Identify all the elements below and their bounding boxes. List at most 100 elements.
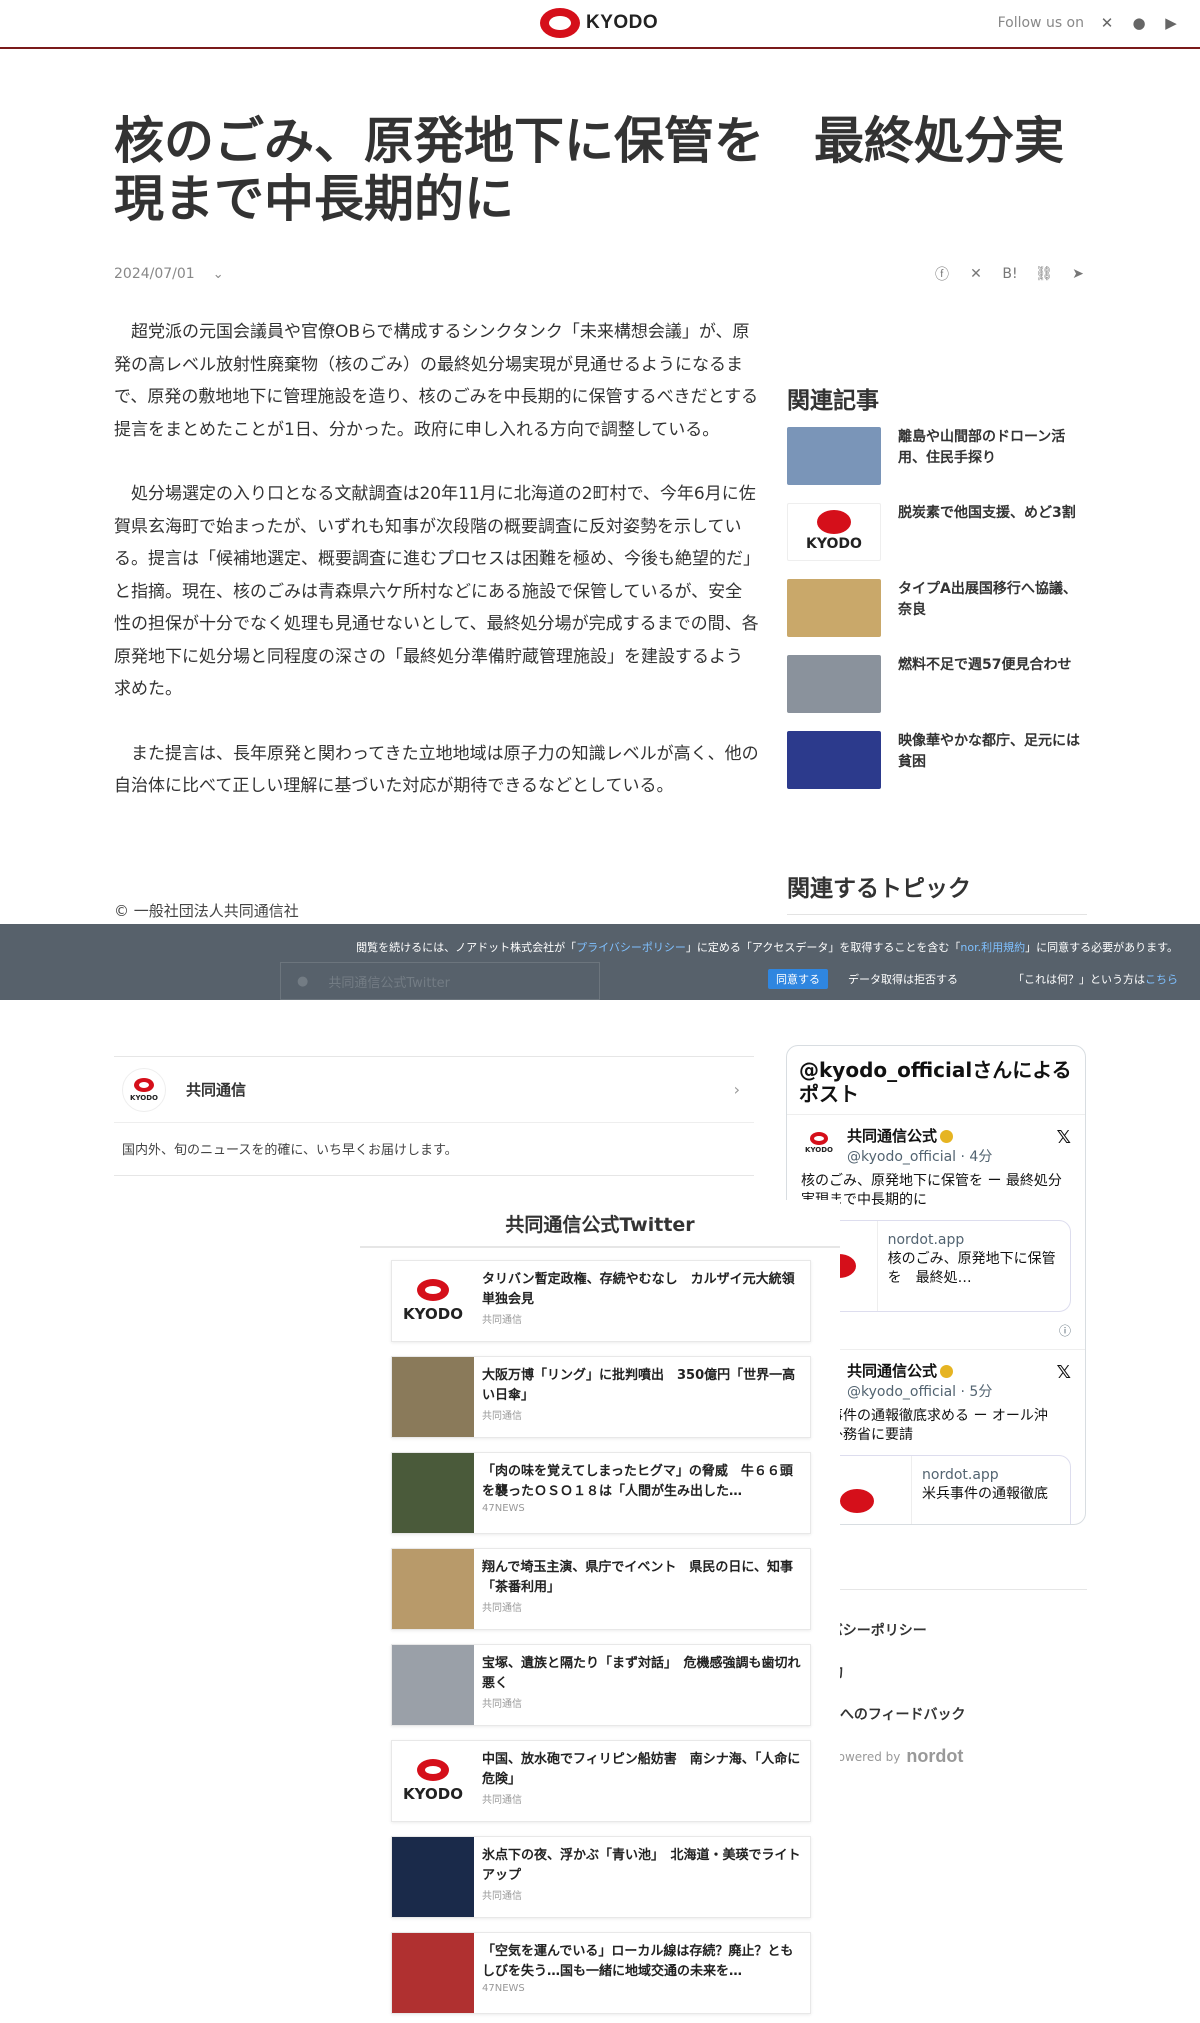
hatena-icon[interactable]: B! (1001, 265, 1019, 283)
link-card[interactable]: nordot.app 米兵事件の通報徹底 (801, 1455, 1071, 1524)
popup-item[interactable]: KYODO 中国、放水砲でフィリピン船妨害 南シナ海、「人命に危険」 共同通信 (391, 1740, 811, 1822)
article-date: 2024/07/01 (114, 266, 195, 282)
tweet-text: 米兵事件の通報徹底求める ー オール沖縄、外務省に要請 (801, 1408, 1048, 1443)
whatis-text: 「これは何？」という方は (1013, 973, 1145, 986)
publisher-description: 国内外、旬のニュースを的確に、いち早くお届けします。 (122, 1143, 458, 1158)
faint-twitter-tab: ● 共同通信公式Twitter (280, 962, 600, 1000)
related-thumbnail: KYODO (787, 503, 881, 561)
popup-thumbnail (392, 1453, 474, 1533)
tweet-author: 共同通信公式 (847, 1127, 938, 1145)
publisher-link[interactable]: KYODO 共同通信 › (114, 1057, 754, 1123)
what-is-this: 「これは何？」という方はこちら (1013, 971, 1178, 987)
facebook-icon[interactable]: ⓕ (933, 265, 951, 283)
popup-item-source: 共同通信 (482, 1795, 522, 1806)
related-item[interactable]: 離島や山間部のドローン活用、住民手探り (787, 427, 1087, 503)
popup-item[interactable]: 宝塚、遺族と隔たり「まず対話」 危機感強調も歯切れ悪く 共同通信 (391, 1644, 811, 1726)
here-link[interactable]: こちら (1145, 973, 1178, 986)
x-logo-icon: 𝕏 (1056, 1362, 1071, 1383)
popup-thumbnail: KYODO (392, 1261, 474, 1341)
popup-item-title: 翔んで埼玉主演、県庁でイベント 県民の日に、知事「茶番利用」 (482, 1560, 793, 1595)
article-meta: 2024/07/01 ⌄ ⓕ ✕ B! ⛓ ➤ (114, 264, 1087, 284)
youtube-icon[interactable]: ▶ (1162, 14, 1180, 32)
link-card[interactable]: nordot.app 核のごみ、原発地下に保管を 最終処… (801, 1220, 1071, 1312)
follow-label: Follow us on (997, 15, 1084, 31)
related-thumbnail (787, 427, 881, 485)
popup-item[interactable]: 「空気を運んでいる」ローカル線は存続？廃止？ともしびを失う…国も一緒に地域交通の… (391, 1932, 811, 2014)
popup-thumbnail (392, 1933, 474, 2013)
publisher-card: KYODO 共同通信 › 国内外、旬のニュースを的確に、いち早くお届けします。 (114, 1056, 754, 1176)
tweet-handle: @kyodo_official · 5分 (847, 1384, 993, 1400)
popup-item-title: 大阪万博「リング」に批判噴出 350億円「世界一高い日傘」 (482, 1368, 796, 1403)
share-bar: ⓕ ✕ B! ⛓ ➤ (933, 265, 1087, 283)
consent-text-a: 閲覧を続けるには、ノアドット株式会社が「 (356, 941, 577, 954)
x-share-icon[interactable]: ✕ (967, 265, 985, 283)
avatar: KYODO (801, 1125, 837, 1161)
verified-icon (940, 1130, 954, 1143)
article-paragraph: 処分場選定の入り口となる文献調査は20年11月に北海道の2町村で、今年6月に佐賀… (114, 484, 759, 699)
related-item[interactable]: KYODO 脱炭素で他国支援、めど3割 (787, 503, 1087, 579)
card-domain: nordot.app (887, 1232, 965, 1248)
consent-text-b: 」に定める「アクセスデータ」を取得することを含む「 (685, 941, 961, 954)
popup-item-title: 氷点下の夜、浮かぶ「青い池」 北海道・美瑛でライトアップ (482, 1848, 801, 1883)
line-icon[interactable]: ● (1130, 14, 1148, 32)
twitter-embed-heading: @kyodo_officialさんによるポスト (787, 1046, 1085, 1115)
popup-item-source: 共同通信 (482, 1315, 522, 1326)
popup-item-title: 「空気を運んでいる」ローカル線は存続？廃止？ともしびを失う…国も一緒に地域交通の… (482, 1944, 794, 1979)
logo-mark (540, 8, 580, 38)
related-title: 脱炭素で他国支援、めど3割 (898, 505, 1076, 521)
logo-text: KYODO (586, 12, 659, 33)
send-icon[interactable]: ➤ (1069, 265, 1087, 283)
popup-item[interactable]: KYODO タリバン暫定政権、存続やむなし カルザイ元大統領単独会見共同通信 (391, 1260, 811, 1342)
twitter-popup: 共同通信公式Twitter KYODO タリバン暫定政権、存続やむなし カルザイ元… (360, 1200, 840, 2023)
x-logo-icon: 𝕏 (1056, 1127, 1071, 1148)
chevron-down-icon[interactable]: ⌄ (213, 267, 224, 282)
related-item[interactable]: タイプA出展国移行へ協議、奈良 (787, 579, 1087, 655)
popup-item[interactable]: 大阪万博「リング」に批判噴出 350億円「世界一高い日傘」共同通信 (391, 1356, 811, 1438)
popup-item-title: 「肉の味を覚えてしまったヒグマ」の脅威 牛６６頭を襲ったＯＳＯ１８は「人間が生み… (482, 1464, 793, 1499)
info-icon[interactable]: ⓘ (1059, 1322, 1071, 1339)
popup-item-source: 47NEWS (482, 1983, 525, 1994)
popup-title: 共同通信公式Twitter (360, 1200, 840, 1248)
verified-icon (940, 1365, 954, 1378)
popup-item-source: 共同通信 (482, 1603, 522, 1614)
consent-banner: ● 共同通信公式Twitter 閲覧を続けるには、ノアドット株式会社が「プライバ… (0, 924, 1200, 1000)
topics-heading: 関連するトピック (787, 876, 971, 902)
nordot-logo: nordot (906, 1746, 964, 1766)
article-body: 超党派の元国会議員や官僚OBらで構成するシンクタンク「未来構想会議」が、原発の高… (114, 316, 759, 835)
follow-us: Follow us on ✕ ● ▶ (998, 14, 1180, 32)
tweet-author: 共同通信公式 (847, 1362, 938, 1380)
powered-by[interactable]: powered by nordot (830, 1746, 963, 1767)
popup-thumbnail: KYODO (392, 1741, 474, 1821)
popup-item[interactable]: 翔んで埼玉主演、県庁でイベント 県民の日に、知事「茶番利用」共同通信 (391, 1548, 811, 1630)
popup-list: KYODO タリバン暫定政権、存続やむなし カルザイ元大統領単独会見 共同通信 大阪万… (391, 1260, 811, 2023)
popup-thumbnail (392, 1357, 474, 1437)
divider (787, 914, 1087, 915)
popup-item-source: 共同通信 (482, 1411, 522, 1422)
popup-item[interactable]: 氷点下の夜、浮かぶ「青い池」 北海道・美瑛でライトアップ共同通信 (391, 1836, 811, 1918)
agree-button[interactable]: 同意する (768, 969, 828, 989)
link-icon[interactable]: ⛓ (1035, 265, 1053, 283)
kyodo-logo[interactable]: KYODO (540, 8, 658, 38)
related-item[interactable]: 燃料不足で週57便見合わせ (787, 655, 1087, 731)
related-title: タイプA出展国移行へ協議、奈良 (898, 581, 1077, 618)
popup-thumbnail (392, 1549, 474, 1629)
article-title: 核のごみ、原発地下に保管を 最終処分実現まで中長期的に (114, 112, 1064, 228)
consent-text-c: 」に同意する必要があります。 (1025, 941, 1178, 954)
privacy-policy-link[interactable]: プライバシーポリシー (576, 941, 686, 954)
refuse-link[interactable]: データ取得は拒否する (848, 971, 958, 987)
popup-thumbnail (392, 1837, 474, 1917)
related-item[interactable]: 映像華やかな都庁、足元には貧困 (787, 731, 1087, 807)
popup-item[interactable]: 「肉の味を覚えてしまったヒグマ」の脅威 牛６６頭を襲ったＯＳＯ１８は「人間が生み… (391, 1452, 811, 1534)
related-heading: 関連記事 (787, 388, 879, 414)
card-title: 核のごみ、原発地下に保管を 最終処… (887, 1251, 1056, 1286)
related-thumbnail (787, 579, 881, 637)
x-icon[interactable]: ✕ (1098, 14, 1116, 32)
terms-link[interactable]: nor.利用規約 (960, 941, 1025, 954)
popup-item-source: 共同通信 (482, 1891, 522, 1902)
related-thumbnail (787, 655, 881, 713)
popup-item-title: タリバン暫定政権、存続やむなし カルザイ元大統領単独会見 (482, 1272, 795, 1307)
publisher-avatar: KYODO (122, 1067, 166, 1112)
publisher-name: 共同通信 (186, 1081, 247, 1099)
related-title: 映像華やかな都庁、足元には貧困 (898, 733, 1080, 770)
related-thumbnail (787, 731, 881, 789)
